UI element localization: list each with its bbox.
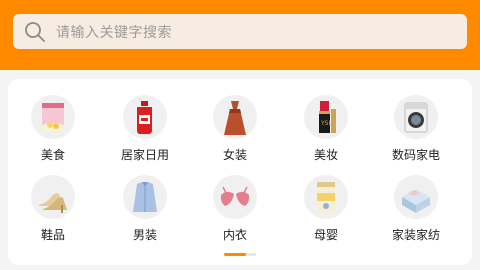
- category-panel: 美食 居家日用 女装 YSL 美妆 数码家电 鞋品 男装 内衣 母婴 家装家纺: [8, 79, 472, 265]
- category-womens[interactable]: 女装: [190, 95, 280, 163]
- category-label: 家装家纺: [391, 228, 440, 242]
- category-label: 母婴: [313, 228, 338, 242]
- page-indicator: [224, 253, 256, 256]
- household-icon: [123, 95, 167, 139]
- food-icon: [31, 95, 75, 139]
- category-household[interactable]: 居家日用: [100, 95, 190, 163]
- category-label: 鞋品: [40, 228, 65, 242]
- category-label: 男装: [132, 228, 157, 242]
- category-mens[interactable]: 男装: [100, 175, 190, 243]
- category-label: 美食: [40, 148, 65, 162]
- category-label: 内衣: [222, 228, 247, 242]
- bedding-icon: [394, 175, 438, 219]
- search-icon[interactable]: [24, 21, 46, 43]
- category-label: 数码家电: [391, 148, 440, 162]
- search-input[interactable]: 请输入关键字搜索: [13, 14, 467, 49]
- category-baby[interactable]: 母婴: [281, 175, 371, 243]
- category-underwear[interactable]: 内衣: [190, 175, 280, 243]
- cosmetics-icon: YSL: [304, 95, 348, 139]
- category-appliance[interactable]: 数码家电: [371, 95, 461, 163]
- category-label: 美妆: [313, 148, 338, 162]
- womens-dress-icon: [213, 95, 257, 139]
- category-label: 女装: [222, 148, 247, 162]
- category-grid: 美食 居家日用 女装 YSL 美妆 数码家电 鞋品 男装 内衣 母婴 家装家纺: [8, 79, 472, 265]
- category-shoes[interactable]: 鞋品: [8, 175, 98, 243]
- page-indicator-active: [224, 253, 246, 256]
- baby-formula-icon: [304, 175, 348, 219]
- mens-shirt-icon: [123, 175, 167, 219]
- header-bar: 请输入关键字搜索: [0, 0, 480, 70]
- appliance-icon: [394, 95, 438, 139]
- svg-text:YSL: YSL: [320, 120, 332, 127]
- category-bedding[interactable]: 家装家纺: [371, 175, 461, 243]
- category-food[interactable]: 美食: [8, 95, 98, 163]
- category-label: 居家日用: [120, 148, 169, 162]
- shoes-icon: [31, 175, 75, 219]
- category-cosmetics[interactable]: YSL 美妆: [281, 95, 371, 163]
- search-placeholder: 请输入关键字搜索: [56, 24, 172, 41]
- underwear-icon: [213, 175, 257, 219]
